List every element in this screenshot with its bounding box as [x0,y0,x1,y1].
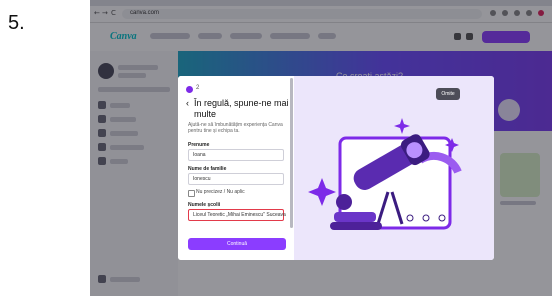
browser-screenshot: ← → C canva.com Canva 2 ‹ În regulă, spu… [90,0,552,296]
telescope-illustration [308,118,462,230]
back-chevron-icon[interactable]: ‹ [186,98,189,108]
last-name-label: Nume de familie [188,166,227,172]
onboarding-dialog: 2 ‹ În regulă, spune-ne mai multe Ajută-… [178,76,494,260]
form-panel: 2 ‹ În regulă, spune-ne mai multe Ajută-… [178,76,294,260]
first-name-label: Prenume [188,142,210,148]
dialog-title: În regulă, spune-ne mai multe [194,98,289,119]
last-name-field[interactable]: Ionescu [188,173,284,185]
illustration-panel: Omite [294,76,494,260]
form-scrollbar[interactable] [290,78,293,228]
step-number: 5. [8,12,25,34]
skip-button[interactable]: Omite [436,88,460,100]
first-name-field[interactable]: Ioana [188,149,284,161]
continue-button[interactable]: Continuă [188,238,286,250]
dialog-description: Ajută-ne să îmbunătățim experiența Canva… [188,122,283,134]
continue-label: Continuă [226,241,247,247]
skip-label: Omite [441,91,455,97]
school-name-field[interactable]: Liceul Teoretic „Mihai Eminescu" Suceava [188,209,286,221]
last-name-value: Ionescu [193,176,211,182]
canva-badge-icon [186,86,193,93]
school-name-value: Liceul Teoretic „Mihai Eminescu" Suceava [193,212,286,218]
school-name-label: Numele școlii [188,202,221,208]
step-indicator: 2 [196,85,200,91]
not-applicable-checkbox[interactable] [188,190,195,197]
checkbox-label: Nu precizez / Nu aplic [196,189,245,195]
first-name-value: Ioana [193,152,206,158]
